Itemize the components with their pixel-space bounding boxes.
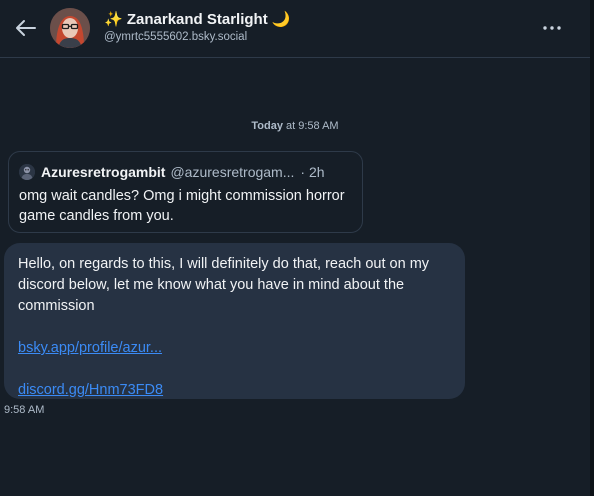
back-button[interactable] bbox=[13, 16, 39, 40]
contact-name[interactable]: ✨ Zanarkand Starlight 🌙 bbox=[104, 10, 291, 28]
quoted-author-avatar bbox=[19, 164, 35, 180]
avatar-image bbox=[50, 8, 90, 48]
profile-link[interactable]: bsky.app/profile/azur... bbox=[18, 338, 451, 359]
avatar[interactable] bbox=[50, 8, 90, 48]
more-options-button[interactable] bbox=[540, 18, 564, 38]
date-separator-time: at 9:58 AM bbox=[282, 120, 339, 132]
quoted-author-handle[interactable]: @azuresretrogam... bbox=[170, 164, 294, 180]
window-edge bbox=[590, 0, 594, 496]
discord-link[interactable]: discord.gg/Hnm73FD8 bbox=[18, 380, 451, 401]
conversation-page: ✨ Zanarkand Starlight 🌙 @ymrtc5555602.bs… bbox=[0, 0, 594, 496]
conversation-header: ✨ Zanarkand Starlight 🌙 @ymrtc5555602.bs… bbox=[0, 0, 590, 58]
message-text: Hello, on regards to this, I will defini… bbox=[18, 256, 430, 314]
quoted-post-header: Azuresretrogambit @azuresretrogam... · 2… bbox=[19, 164, 352, 180]
arrow-left-icon bbox=[16, 20, 36, 36]
quoted-post-text: omg wait candles? Omg i might commission… bbox=[19, 188, 345, 224]
quoted-author-name[interactable]: Azuresretrogambit bbox=[41, 164, 165, 180]
quoted-post-time: · 2h bbox=[300, 164, 325, 180]
message-bubble: Hello, on regards to this, I will defini… bbox=[4, 243, 465, 399]
date-separator: Today at 9:58 AM bbox=[0, 120, 590, 132]
more-horizontal-icon bbox=[543, 26, 561, 30]
message-timestamp: 9:58 AM bbox=[4, 404, 45, 416]
quoted-post[interactable]: Azuresretrogambit @azuresretrogam... · 2… bbox=[8, 151, 363, 233]
contact-handle[interactable]: @ymrtc5555602.bsky.social bbox=[104, 31, 247, 43]
date-separator-day: Today bbox=[251, 120, 283, 132]
